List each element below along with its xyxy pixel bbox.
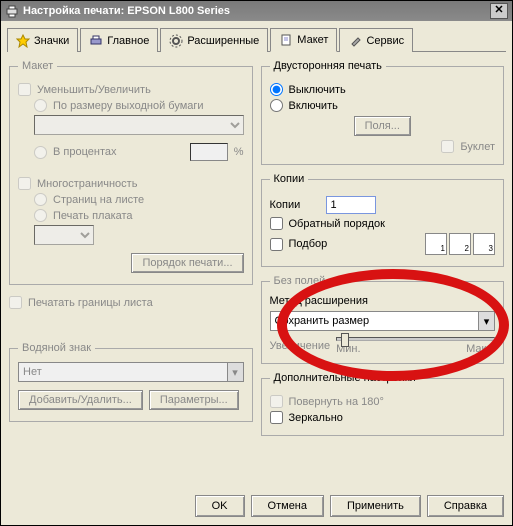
wrench-icon [348,34,362,48]
reduce-enlarge-checkbox [18,83,31,96]
booklet-label: Буклет [460,141,495,153]
print-borders-label: Печатать границы листа [28,297,153,309]
percent-input [190,143,228,161]
enlarge-label: Увеличение [270,340,331,352]
watermark-legend: Водяной знак [18,342,95,354]
slider-max: Макс. [466,343,495,355]
duplex-group: Двусторонняя печать Выключить Включить П… [261,60,505,165]
dialog-buttons: OK Отмена Применить Справка [195,495,504,517]
reverse-order-label: Обратный порядок [289,218,385,230]
chevron-down-icon[interactable]: ▾ [478,312,494,330]
tab-label: Главное [107,35,149,47]
method-dropdown[interactable]: Сохранить размер ▾ [270,311,496,331]
copies-label: Копии [270,199,320,211]
duplex-on-label: Включить [289,100,338,112]
layout-legend: Макет [18,60,57,72]
method-value: Сохранить размер [275,315,370,327]
content-area: Макет Уменьшить/Увеличить По размеру вых… [1,52,512,444]
tab-layout[interactable]: Макет [270,28,337,52]
collate-checkbox[interactable] [270,238,283,251]
duplex-legend: Двусторонняя печать [270,60,386,72]
poster-radio [34,209,47,222]
output-paper-combo [34,115,244,135]
enlarge-slider [336,337,495,341]
tab-label: Значки [34,35,69,47]
pages-per-sheet-label: Страниц на листе [53,194,144,206]
window-title: Настройка печати: EPSON L800 Series [23,5,490,17]
copies-legend: Копии [270,173,309,185]
titlebar: Настройка печати: EPSON L800 Series ✕ [1,1,512,21]
pages-per-sheet-radio [34,193,47,206]
chevron-down-icon: ▾ [227,363,243,381]
reduce-enlarge-label: Уменьшить/Увеличить [37,84,151,96]
borderless-group: Без полей Метод расширения Сохранить раз… [261,275,505,364]
rotate-label: Повернуть на 180° [289,396,384,408]
page-stack-icon: 3 [473,233,495,255]
multipage-checkbox [18,177,31,190]
additional-legend: Дополнительные настройки [270,372,420,384]
page-icon [279,33,293,47]
booklet-checkbox [441,140,454,153]
mirror-checkbox[interactable] [270,411,283,424]
tab-label: Макет [297,34,328,46]
tab-main[interactable]: Главное [80,28,158,52]
tabstrip: Значки Главное Расширенные Макет Сервис [7,27,506,52]
slider-thumb [341,333,349,347]
tab-service[interactable]: Сервис [339,28,413,52]
watermark-params-button: Параметры... [149,390,239,410]
page-stack-icon: 2 [449,233,471,255]
fit-output-label: По размеру выходной бумаги [53,100,204,112]
additional-group: Дополнительные настройки Повернуть на 18… [261,372,505,436]
watermark-dropdown: Нет ▾ [18,362,244,382]
copies-group: Копии Копии Обратный порядок Подбор 1 2 … [261,173,505,267]
duplex-off-radio[interactable] [270,83,283,96]
collate-preview-icons: 1 2 3 [425,233,495,255]
printer-small-icon [89,34,103,48]
close-button[interactable]: ✕ [490,3,508,19]
tab-icons[interactable]: Значки [7,28,78,52]
fit-output-radio [34,99,47,112]
tab-label: Расширенные [187,35,259,47]
duplex-on-radio[interactable] [270,99,283,112]
print-order-button: Порядок печати... [131,253,243,273]
copies-input[interactable] [326,196,376,214]
watermark-value: Нет [23,366,42,378]
layout-group: Макет Уменьшить/Увеличить По размеру вых… [9,60,253,285]
page-stack-icon: 1 [425,233,447,255]
star-icon [16,34,30,48]
print-settings-window: Настройка печати: EPSON L800 Series ✕ Зн… [0,0,513,526]
left-column: Макет Уменьшить/Увеличить По размеру вых… [9,60,253,436]
watermark-group: Водяной знак Нет ▾ Добавить/Удалить... П… [9,342,253,422]
printer-icon [5,4,19,18]
gear-icon [169,34,183,48]
ok-button[interactable]: OK [195,495,245,517]
right-column: Двусторонняя печать Выключить Включить П… [261,60,505,436]
multipage-label: Многостраничность [37,178,137,190]
help-button[interactable]: Справка [427,495,504,517]
mirror-label: Зеркально [289,412,343,424]
collate-label: Подбор [289,238,328,250]
cancel-button[interactable]: Отмена [251,495,324,517]
poster-combo [34,225,94,245]
tab-advanced[interactable]: Расширенные [160,28,268,52]
apply-button[interactable]: Применить [330,495,421,517]
duplex-off-label: Выключить [289,84,346,96]
watermark-add-del-button: Добавить/Удалить... [18,390,143,410]
percent-unit: % [234,146,244,158]
poster-label: Печать плаката [53,210,133,222]
reverse-order-checkbox[interactable] [270,217,283,230]
print-borders-checkbox [9,296,22,309]
borderless-legend: Без полей [270,275,330,287]
percent-label: В процентах [53,146,117,158]
tab-label: Сервис [366,35,404,47]
margins-button: Поля... [354,116,411,136]
percent-radio [34,146,47,159]
rotate-checkbox [270,395,283,408]
method-label: Метод расширения [270,295,496,307]
